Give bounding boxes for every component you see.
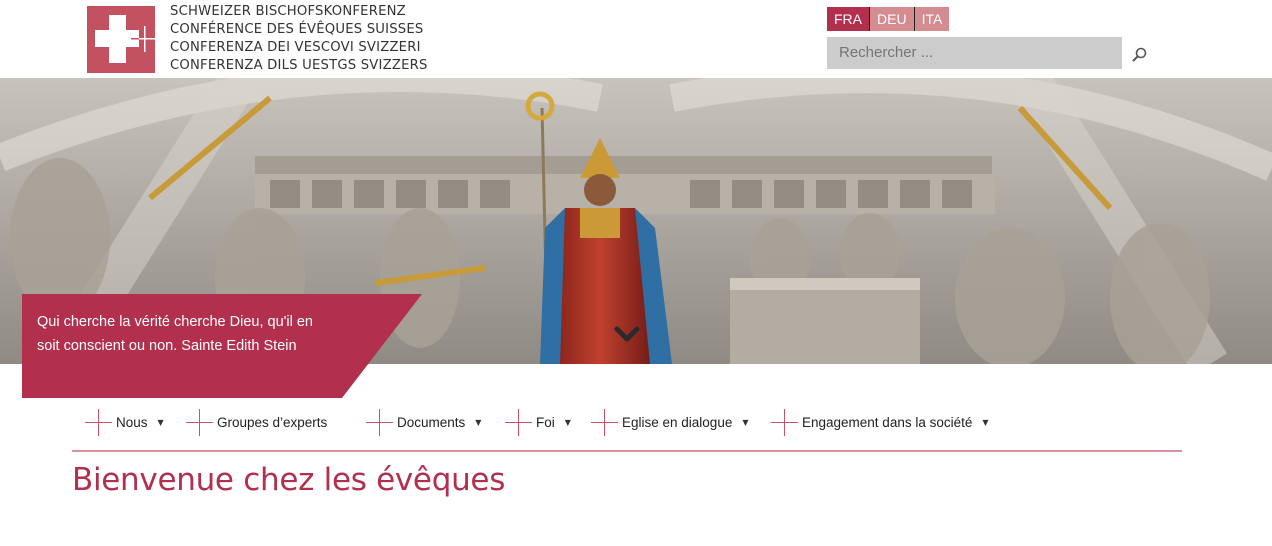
plus-icon	[85, 408, 112, 436]
swiss-cross-logo-icon	[87, 6, 155, 73]
language-switcher: FRA DEU ITA	[827, 7, 950, 31]
chevron-down-icon	[614, 326, 640, 342]
nav-label: Eglise en dialogue	[622, 414, 733, 430]
nav-label: Foi	[536, 414, 555, 430]
nav-item-nous[interactable]: Nous ▼	[85, 408, 164, 436]
nav-label: Documents	[397, 414, 466, 430]
logo-line-it: CONFERENZA DEI VESCOVI SVIZZERI	[170, 40, 421, 55]
nav-item-documents[interactable]: Documents ▼	[366, 408, 481, 436]
hero-quote-box: Qui cherche la vérité cherche Dieu, qu'i…	[22, 294, 422, 398]
plus-icon	[505, 408, 532, 436]
search-input[interactable]	[827, 37, 1122, 69]
caret-down-icon: ▼	[982, 417, 989, 427]
logo-line-fr: CONFÉRENCE DES ÉVÊQUES SUISSES	[170, 22, 424, 37]
nav-label: Engagement dans la société	[802, 414, 973, 430]
lang-deu[interactable]: DEU	[869, 7, 914, 31]
plus-icon	[186, 408, 213, 436]
logo-line-rm: CONFERENZA DILS UESTGS SVIZZERS	[170, 58, 428, 73]
nav-item-eglise-en-dialogue[interactable]: Eglise en dialogue ▼	[591, 408, 749, 436]
plus-icon	[771, 408, 798, 436]
nav-item-groupes-experts[interactable]: Groupes d’experts	[186, 408, 327, 436]
caret-down-icon: ▼	[742, 417, 749, 427]
logo-text[interactable]: SCHWEIZER BISCHOFSKONFERENZ CONFÉRENCE D…	[170, 3, 428, 75]
search-icon	[1132, 47, 1147, 62]
logo-line-de: SCHWEIZER BISCHOFSKONFERENZ	[170, 4, 406, 19]
nav-label: Nous	[116, 414, 148, 430]
nav-divider	[72, 450, 1182, 452]
plus-icon	[366, 408, 393, 436]
plus-icon	[591, 408, 618, 436]
hero-quote-text: Qui cherche la vérité cherche Dieu, qu'i…	[37, 314, 313, 354]
search-button[interactable]	[1128, 44, 1150, 66]
scroll-down-button[interactable]	[614, 325, 640, 343]
caret-down-icon: ▼	[475, 417, 482, 427]
logo[interactable]	[87, 6, 155, 73]
nav-item-engagement-societe[interactable]: Engagement dans la société ▼	[771, 408, 989, 436]
nav-label: Groupes d’experts	[217, 414, 328, 430]
lang-ita[interactable]: ITA	[913, 7, 950, 31]
caret-down-icon: ▼	[157, 417, 164, 427]
caret-down-icon: ▼	[564, 417, 571, 427]
lang-fra[interactable]: FRA	[827, 7, 869, 31]
nav-item-foi[interactable]: Foi ▼	[505, 408, 571, 436]
page-title: Bienvenue chez les évêques	[72, 462, 506, 498]
